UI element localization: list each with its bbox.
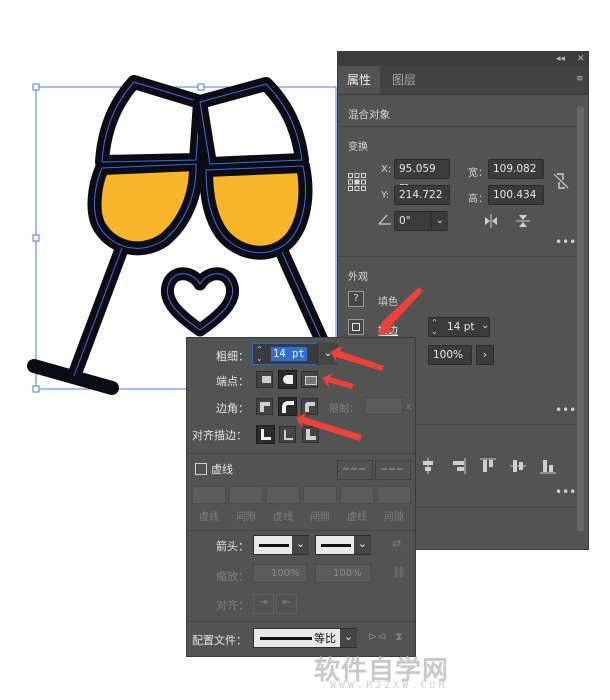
annotation-arrows — [296, 287, 423, 441]
arrow-to-corner — [296, 412, 362, 441]
arrow-to-weight — [330, 346, 384, 371]
watermark-url: WWW.RJZXW.COM — [330, 680, 448, 691]
arrow-to-cap — [322, 373, 354, 389]
arrow-to-stroke-link — [378, 287, 423, 336]
